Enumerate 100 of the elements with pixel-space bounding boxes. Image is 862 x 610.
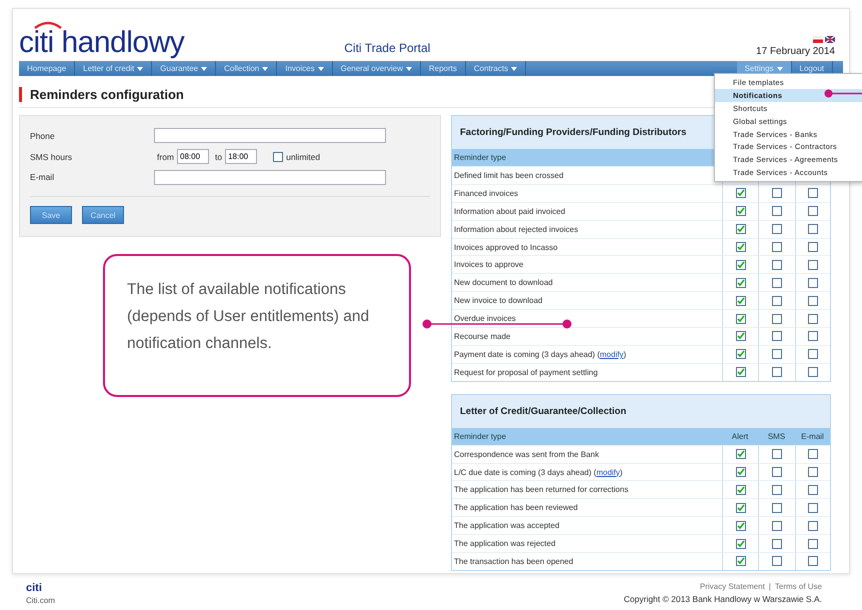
checkbox[interactable]	[808, 331, 818, 342]
checkbox[interactable]	[736, 314, 746, 324]
checkbox[interactable]	[736, 367, 746, 378]
checkbox[interactable]	[772, 502, 782, 513]
bank-logo: citi handlowy	[19, 29, 184, 57]
to-label: to	[215, 152, 222, 162]
privacy-link[interactable]: Privacy Statement	[700, 582, 765, 591]
checkbox[interactable]	[736, 349, 746, 360]
uk-flag-icon[interactable]	[825, 36, 835, 43]
reminder-type-cell: The transaction has been opened	[452, 552, 722, 570]
reminder-type-cell: The application was accepted	[452, 516, 722, 534]
checkbox[interactable]	[808, 224, 818, 234]
checkbox[interactable]	[772, 278, 782, 288]
checkbox[interactable]	[808, 484, 818, 495]
unlimited-label: unlimited	[286, 152, 320, 162]
checkbox[interactable]	[808, 349, 818, 360]
site-link[interactable]: Citi.com	[26, 596, 55, 605]
checkbox[interactable]	[736, 260, 746, 270]
checkbox[interactable]	[772, 520, 782, 531]
from-time-input[interactable]: 08:00	[177, 149, 209, 164]
reminder-type-cell: Information about rejected invoices	[452, 220, 722, 238]
reminder-type-cell: The application has been reviewed	[452, 498, 722, 516]
reminder-type-cell: Invoices to approve	[452, 255, 722, 274]
checkbox[interactable]	[808, 367, 818, 378]
from-label: from	[157, 152, 174, 162]
checkbox[interactable]	[772, 224, 782, 234]
checkbox[interactable]	[736, 467, 746, 478]
parenthesis: (	[594, 468, 596, 477]
checkbox[interactable]	[772, 556, 782, 566]
checkbox[interactable]	[736, 188, 746, 198]
checkbox[interactable]	[736, 206, 746, 216]
checkbox[interactable]	[736, 520, 746, 531]
portal-title: Citi Trade Portal	[344, 41, 430, 55]
checkbox[interactable]	[808, 467, 818, 478]
checkbox[interactable]	[808, 206, 818, 216]
checkbox[interactable]	[808, 502, 818, 513]
checkbox[interactable]	[772, 367, 782, 378]
checkbox[interactable]	[772, 467, 782, 478]
checkbox[interactable]	[808, 520, 818, 531]
footer-logo[interactable]: citi	[26, 582, 55, 594]
email-input[interactable]	[154, 170, 386, 185]
checkbox[interactable]	[736, 556, 746, 566]
checkbox[interactable]	[736, 224, 746, 234]
pointer-line	[824, 89, 862, 98]
modify-link[interactable]: modify	[600, 350, 624, 359]
checkbox[interactable]	[772, 296, 782, 306]
terms-link[interactable]: Terms of Use	[774, 582, 822, 591]
checkbox[interactable]	[808, 260, 818, 270]
reminder-type-cell: Financed invoices	[452, 184, 722, 202]
column-header: E-mail	[795, 428, 830, 445]
polish-flag-icon[interactable]	[813, 36, 823, 43]
reminder-type-text: Payment date is coming (3 days ahead)	[454, 350, 595, 359]
checkbox[interactable]	[808, 538, 818, 549]
modify-link[interactable]: modify	[596, 468, 620, 477]
checkbox[interactable]	[772, 449, 782, 460]
phone-input[interactable]	[154, 128, 386, 144]
checkbox[interactable]	[736, 538, 746, 549]
parenthesis: )	[620, 468, 623, 477]
checkbox[interactable]	[736, 331, 746, 342]
table-title: Letter of Credit/Guarantee/Collection	[452, 394, 830, 428]
caret-icon	[511, 66, 518, 70]
field-label: SMS hours	[30, 152, 74, 162]
checkbox[interactable]	[772, 188, 782, 198]
checkbox[interactable]	[808, 296, 818, 306]
checkbox[interactable]	[736, 449, 746, 460]
checkbox[interactable]	[808, 556, 818, 566]
reminder-type-cell: New document to download	[452, 273, 722, 292]
checkbox[interactable]	[772, 484, 782, 495]
callout-text: The list of available notifications (depends of User entitlements) and notification channels.	[103, 254, 411, 397]
caret-icon	[776, 66, 783, 70]
column-header: Alert	[722, 428, 758, 445]
to-time-input[interactable]: 18:00	[225, 149, 258, 164]
checkbox[interactable]	[772, 349, 782, 360]
checkbox[interactable]	[772, 260, 782, 270]
checkbox[interactable]	[772, 314, 782, 324]
reminder-type-cell: Recourse made	[452, 327, 722, 345]
caret-icon	[137, 66, 144, 70]
column-header: Reminder type	[452, 428, 722, 445]
reminder-type-cell: Information about paid invoiced	[452, 202, 722, 220]
parenthesis: )	[623, 350, 626, 359]
checkbox[interactable]	[736, 296, 746, 306]
caret-icon	[318, 66, 324, 70]
checkbox[interactable]	[808, 242, 818, 252]
checkbox[interactable]	[808, 188, 818, 198]
checkbox[interactable]	[772, 331, 782, 342]
reminder-type-cell: The application has been returned for corrections	[452, 480, 722, 498]
checkbox[interactable]	[772, 538, 782, 549]
checkbox[interactable]	[736, 502, 746, 513]
checkbox[interactable]	[736, 484, 746, 495]
caret-icon	[201, 66, 208, 70]
checkbox[interactable]	[273, 152, 284, 162]
checkbox[interactable]	[736, 242, 746, 252]
checkbox[interactable]	[736, 278, 746, 288]
checkbox[interactable]	[772, 206, 782, 216]
page-title: Reminders configuration	[19, 87, 184, 102]
checkbox[interactable]	[772, 242, 782, 252]
reminder-type-cell: New invoice to download	[452, 291, 722, 310]
checkbox[interactable]	[808, 314, 818, 324]
checkbox[interactable]	[808, 278, 818, 288]
checkbox[interactable]	[808, 449, 818, 460]
